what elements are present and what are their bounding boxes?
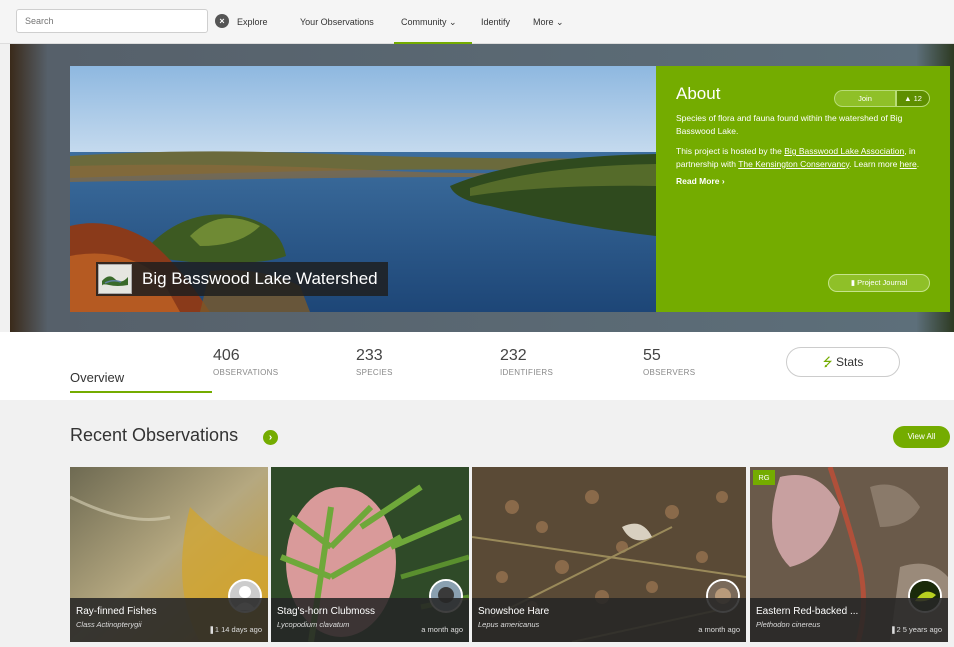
observation-name: Eastern Red-backed ... (756, 606, 859, 617)
stat-label: OBSERVERS (643, 368, 696, 377)
close-circle-icon[interactable]: × (215, 14, 229, 28)
period: . (916, 158, 920, 169)
project-journal-button[interactable]: ▮ Project Journal (828, 274, 930, 292)
observation-meta: a month ago (421, 625, 463, 634)
observation-name: Ray-finned Fishes (76, 606, 157, 617)
learn-text: . Learn more (849, 158, 900, 169)
here-link[interactable]: here (900, 159, 917, 169)
stat-species[interactable]: 233 SPECIES (356, 347, 393, 377)
hosted-prefix: This project is hosted by the (676, 146, 785, 156)
observation-card[interactable]: Ray-finned Fishes Class Actinopterygii ❚… (70, 467, 268, 642)
stat-observers[interactable]: 55 OBSERVERS (643, 347, 695, 377)
nav-identify[interactable]: Identify (481, 17, 510, 27)
members-count-button[interactable]: ▲ 12 (896, 90, 930, 107)
stat-observations[interactable]: 406 OBSERVATIONS (213, 347, 278, 377)
observation-meta: a month ago (698, 625, 740, 634)
about-hosted: This project is hosted by the Big Basswo… (676, 145, 930, 170)
research-grade-badge: RG (753, 470, 775, 485)
observation-card[interactable]: RG Eastern Red-backed ... Plethodon cine… (750, 467, 948, 642)
observation-meta: ❚1 14 days ago (208, 625, 262, 634)
stat-label: OBSERVATIONS (213, 368, 279, 377)
members-count: 12 (913, 94, 922, 103)
join-button[interactable]: Join (834, 90, 896, 107)
tab-active-indicator (70, 391, 212, 393)
nav-community[interactable]: Community ⌄ (401, 17, 457, 28)
observation-caption: Stag's-horn Clubmoss Lycopodium clavatum… (271, 598, 469, 642)
observation-card[interactable]: Snowshoe Hare Lepus americanus a month a… (472, 467, 746, 642)
observation-caption: Snowshoe Hare Lepus americanus a month a… (472, 598, 746, 642)
observation-caption: Ray-finned Fishes Class Actinopterygii ❚… (70, 598, 268, 642)
stats-label: Stats (835, 355, 864, 369)
project-logo (98, 264, 132, 294)
top-nav: × Explore Your Observations Community ⌄ … (0, 0, 954, 44)
nav-more[interactable]: More ⌄ (533, 17, 564, 28)
journal-label: Project Journal (857, 278, 908, 287)
stat-label: SPECIES (356, 368, 393, 377)
host-link[interactable]: Big Basswood Lake Association (784, 146, 904, 156)
observation-card[interactable]: Stag's-horn Clubmoss Lycopodium clavatum… (271, 467, 469, 642)
tab-overview[interactable]: Overview (70, 370, 124, 385)
observation-name: Snowshoe Hare (478, 606, 550, 617)
partner-link[interactable]: The Kensington Conservancy (738, 159, 849, 169)
journal-icon: ▮ (850, 278, 855, 287)
stats-button[interactable]: ⭍ Stats (786, 347, 900, 377)
stat-number: 232 (500, 347, 527, 364)
arrow-right-circle-icon[interactable]: › (263, 430, 278, 445)
view-all-button[interactable]: View All (893, 426, 950, 448)
read-more-link[interactable]: Read More › (676, 176, 930, 186)
nav-your-observations[interactable]: Your Observations (300, 17, 374, 27)
about-description: Species of flora and fauna found within … (676, 113, 903, 136)
lightning-icon: ⭍ (822, 355, 833, 369)
stat-identifiers[interactable]: 232 IDENTIFIERS (500, 347, 553, 377)
project-title: Big Basswood Lake Watershed (96, 262, 388, 296)
observation-meta: ❚2 5 years ago (890, 625, 942, 634)
stat-number: 55 (643, 347, 661, 364)
observation-caption: Eastern Red-backed ... Plethodon cinereu… (750, 598, 948, 642)
recent-observations-title: Recent Observations (70, 425, 239, 445)
about-panel: About Join ▲ 12 Species of flora and fau… (656, 66, 950, 312)
search-input[interactable] (16, 9, 208, 33)
user-icon: ▲ (904, 94, 912, 103)
stat-label: IDENTIFIERS (500, 368, 554, 377)
observation-name: Stag's-horn Clubmoss (277, 606, 376, 617)
stat-number: 233 (356, 347, 383, 364)
nav-explore[interactable]: Explore (237, 17, 268, 27)
stat-number: 406 (213, 347, 240, 364)
